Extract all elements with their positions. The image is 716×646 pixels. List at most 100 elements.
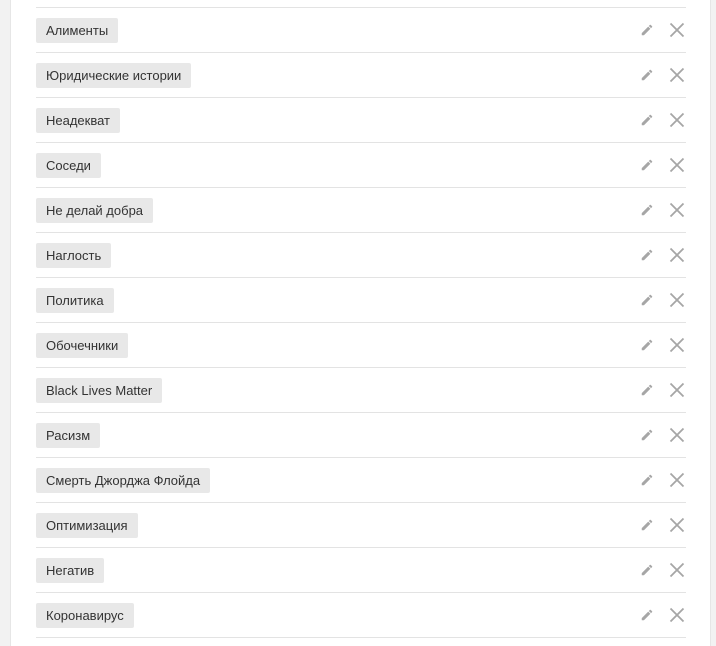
pencil-icon: [641, 339, 653, 351]
edit-button[interactable]: [638, 156, 656, 174]
row-actions: [638, 53, 686, 97]
edit-button[interactable]: [638, 246, 656, 264]
edit-button[interactable]: [638, 66, 656, 84]
edit-button[interactable]: [638, 426, 656, 444]
pencil-icon: [641, 294, 653, 306]
tag-row: Смерть Джорджа Флойда: [36, 458, 686, 503]
edit-button[interactable]: [638, 201, 656, 219]
tag-list: Алименты Юридические истории Неадекват С…: [36, 7, 686, 638]
row-actions: [638, 188, 686, 232]
pencil-icon: [641, 474, 653, 486]
row-actions: [638, 233, 686, 277]
delete-button[interactable]: [668, 606, 686, 624]
tag-label[interactable]: Негатив: [36, 557, 105, 583]
delete-button[interactable]: [668, 561, 686, 579]
delete-button[interactable]: [668, 291, 686, 309]
tag-row: Соседи: [36, 143, 686, 188]
close-icon: [669, 157, 685, 173]
tag-row: Обочечники: [36, 323, 686, 368]
delete-button[interactable]: [668, 201, 686, 219]
tag-label[interactable]: Политика: [36, 287, 114, 313]
delete-button[interactable]: [668, 111, 686, 129]
delete-button[interactable]: [668, 471, 686, 489]
tag-row: Не делай добра: [36, 188, 686, 233]
close-icon: [669, 202, 685, 218]
row-actions: [638, 593, 686, 637]
tag-label[interactable]: Наглость: [36, 242, 112, 268]
tag-row: Алименты: [36, 8, 686, 53]
tag-label[interactable]: Неадекват: [36, 107, 121, 133]
tag-row: Оптимизация: [36, 503, 686, 548]
edit-button[interactable]: [638, 21, 656, 39]
delete-button[interactable]: [668, 381, 686, 399]
edit-button[interactable]: [638, 516, 656, 534]
tags-card: Алименты Юридические истории Неадекват С…: [10, 0, 711, 646]
edit-button[interactable]: [638, 111, 656, 129]
close-icon: [669, 337, 685, 353]
close-icon: [669, 22, 685, 38]
edit-button[interactable]: [638, 606, 656, 624]
delete-button[interactable]: [668, 156, 686, 174]
pencil-icon: [641, 114, 653, 126]
pencil-icon: [641, 69, 653, 81]
delete-button[interactable]: [668, 516, 686, 534]
tag-label[interactable]: Не делай добра: [36, 197, 154, 223]
close-icon: [669, 67, 685, 83]
tag-label[interactable]: Смерть Джорджа Флойда: [36, 467, 211, 493]
edit-button[interactable]: [638, 471, 656, 489]
row-actions: [638, 143, 686, 187]
edit-button[interactable]: [638, 336, 656, 354]
tag-label[interactable]: Соседи: [36, 152, 101, 178]
pencil-icon: [641, 609, 653, 621]
delete-button[interactable]: [668, 66, 686, 84]
tag-label[interactable]: Обочечники: [36, 332, 129, 358]
pencil-icon: [641, 429, 653, 441]
row-actions: [638, 458, 686, 502]
row-actions: [638, 413, 686, 457]
row-actions: [638, 8, 686, 52]
pencil-icon: [641, 249, 653, 261]
pencil-icon: [641, 24, 653, 36]
tag-label[interactable]: Расизм: [36, 422, 101, 448]
delete-button[interactable]: [668, 426, 686, 444]
close-icon: [669, 517, 685, 533]
close-icon: [669, 607, 685, 623]
pencil-icon: [641, 159, 653, 171]
close-icon: [669, 112, 685, 128]
close-icon: [669, 292, 685, 308]
tag-row: Неадекват: [36, 98, 686, 143]
pencil-icon: [641, 384, 653, 396]
tag-label[interactable]: Коронавирус: [36, 602, 134, 628]
close-icon: [669, 247, 685, 263]
row-actions: [638, 323, 686, 367]
edit-button[interactable]: [638, 561, 656, 579]
tag-row: Политика: [36, 278, 686, 323]
row-actions: [638, 548, 686, 592]
edit-button[interactable]: [638, 381, 656, 399]
tag-label[interactable]: Оптимизация: [36, 512, 138, 538]
tag-row: Расизм: [36, 413, 686, 458]
close-icon: [669, 562, 685, 578]
tag-row: Коронавирус: [36, 593, 686, 638]
delete-button[interactable]: [668, 21, 686, 39]
tag-row: Юридические истории: [36, 53, 686, 98]
row-actions: [638, 368, 686, 412]
delete-button[interactable]: [668, 336, 686, 354]
edit-button[interactable]: [638, 291, 656, 309]
close-icon: [669, 472, 685, 488]
tag-label[interactable]: Black Lives Matter: [36, 377, 163, 403]
row-actions: [638, 503, 686, 547]
tag-row: Black Lives Matter: [36, 368, 686, 413]
delete-button[interactable]: [668, 246, 686, 264]
close-icon: [669, 427, 685, 443]
row-actions: [638, 278, 686, 322]
pencil-icon: [641, 564, 653, 576]
tag-row: Наглость: [36, 233, 686, 278]
tag-label[interactable]: Алименты: [36, 17, 119, 43]
pencil-icon: [641, 519, 653, 531]
tag-label[interactable]: Юридические истории: [36, 62, 192, 88]
tag-row: Негатив: [36, 548, 686, 593]
row-actions: [638, 98, 686, 142]
close-icon: [669, 382, 685, 398]
pencil-icon: [641, 204, 653, 216]
